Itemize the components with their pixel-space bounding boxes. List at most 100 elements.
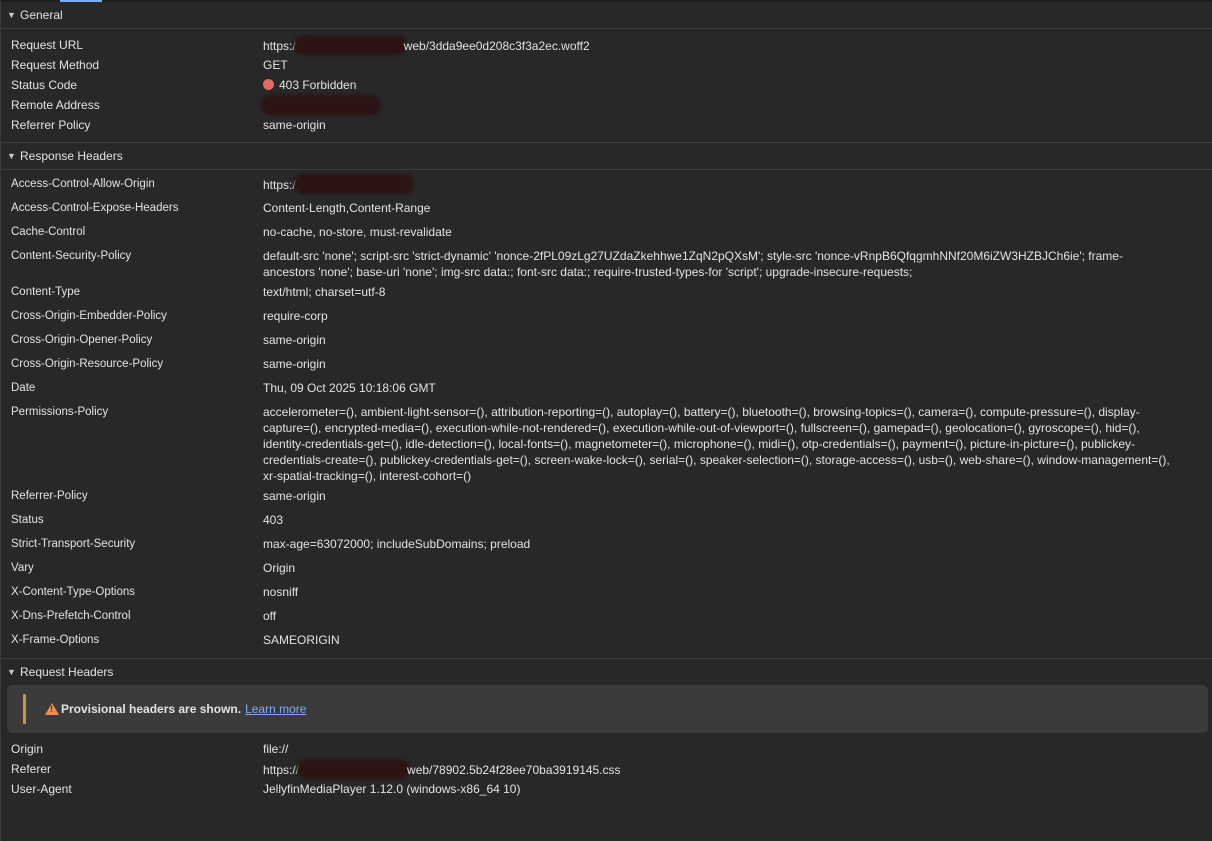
- header-row: X-Frame-Options SAMEORIGIN: [1, 630, 1212, 654]
- header-row: X-Dns-Prefetch-Control off: [1, 606, 1212, 630]
- header-row-status-code: Status Code 403 Forbidden: [1, 75, 1212, 95]
- section-title: Request Headers: [20, 665, 114, 679]
- header-row: Date Thu, 09 Oct 2025 10:18:06 GMT: [1, 378, 1212, 402]
- redacted-remote-address: [263, 97, 379, 113]
- header-value[interactable]: Thu, 09 Oct 2025 10:18:06 GMT: [263, 378, 1212, 402]
- header-value[interactable]: same-origin: [263, 354, 1212, 378]
- header-key: Referrer-Policy: [11, 490, 88, 502]
- header-value[interactable]: Content-Length,Content-Range: [263, 198, 1212, 222]
- header-row: Cache-Control no-cache, no-store, must-r…: [1, 222, 1212, 246]
- collapse-triangle-icon[interactable]: ▼: [7, 143, 16, 169]
- header-key: User-Agent: [11, 782, 72, 796]
- request-headers-body: Origin file:// Referer https:// web/78902…: [1, 737, 1212, 806]
- header-value[interactable]: file://: [263, 739, 1212, 759]
- header-value[interactable]: nosniff: [263, 582, 1212, 606]
- header-value[interactable]: max-age=63072000; includeSubDomains; pre…: [263, 534, 1212, 558]
- section-title: General: [20, 8, 63, 22]
- header-key: Request Method: [11, 58, 100, 72]
- response-headers-section: ▼ Response Headers Access-Control-Allow-…: [1, 143, 1212, 659]
- header-row: Cross-Origin-Resource-Policy same-origin: [1, 354, 1212, 378]
- general-section-header[interactable]: ▼ General: [1, 2, 1212, 29]
- header-key: Origin: [11, 742, 44, 756]
- request-headers-section: ▼ Request Headers Provisional headers ar…: [1, 659, 1212, 806]
- redacted-host: [295, 37, 404, 53]
- warning-icon: [45, 703, 59, 715]
- learn-more-link[interactable]: Learn more: [245, 702, 306, 716]
- url-prefix: https:/: [263, 39, 296, 53]
- header-row-referrer-policy: Referrer Policy same-origin: [1, 115, 1212, 135]
- header-row-request-url: Request URL https:/ web/3dda9ee0d208c3f3a…: [1, 35, 1212, 55]
- header-row: Strict-Transport-Security max-age=630720…: [1, 534, 1212, 558]
- general-section: ▼ General Request URL https:/ web/3dda9ee…: [1, 2, 1212, 143]
- request-headers-section-header[interactable]: ▼ Request Headers: [1, 659, 1212, 685]
- url-prefix: https://: [263, 763, 300, 777]
- response-headers-section-header[interactable]: ▼ Response Headers: [1, 143, 1212, 170]
- header-value[interactable]: no-cache, no-store, must-revalidate: [263, 222, 1212, 246]
- collapse-triangle-icon[interactable]: ▼: [7, 659, 16, 685]
- header-row-request-method: Request Method GET: [1, 55, 1212, 75]
- url-suffix: web/3dda9ee0d208c3f3a2ec.woff2: [403, 39, 590, 53]
- header-row: X-Content-Type-Options nosniff: [1, 582, 1212, 606]
- header-value[interactable]: accelerometer=(), ambient-light-sensor=(…: [263, 402, 1212, 486]
- header-key: Cross-Origin-Resource-Policy: [11, 358, 164, 370]
- header-value[interactable]: same-origin: [263, 330, 1212, 354]
- header-value[interactable]: JellyfinMediaPlayer 1.12.0 (windows-x86_…: [263, 779, 1212, 799]
- header-key: X-Content-Type-Options: [11, 586, 136, 598]
- url-suffix: web/78902.5b24f28ee70ba3919145.css: [407, 763, 621, 777]
- provisional-headers-banner: Provisional headers are shown. Learn mor…: [7, 685, 1208, 733]
- header-key: Content-Security-Policy: [11, 250, 132, 262]
- header-value[interactable]: same-origin: [263, 486, 1212, 510]
- header-key: Content-Type: [11, 286, 81, 298]
- header-value[interactable]: SAMEORIGIN: [263, 630, 1212, 654]
- header-row: Permissions-Policy accelerometer=(), amb…: [1, 402, 1212, 486]
- header-row-remote-address: Remote Address: [1, 95, 1212, 115]
- header-key: Permissions-Policy: [11, 406, 109, 418]
- collapse-triangle-icon[interactable]: ▼: [7, 2, 16, 28]
- header-value[interactable]: https:/: [263, 174, 1212, 198]
- header-key: Referrer Policy: [11, 118, 91, 132]
- status-dot-icon: [263, 79, 274, 90]
- header-row: Access-Control-Allow-Origin https:/: [1, 174, 1212, 198]
- header-key: X-Frame-Options: [11, 634, 100, 646]
- header-value[interactable]: Origin: [263, 558, 1212, 582]
- header-value[interactable]: require-corp: [263, 306, 1212, 330]
- header-row-origin: Origin file://: [1, 739, 1212, 759]
- header-key: Vary: [11, 562, 34, 574]
- origin-prefix: https:/: [263, 178, 296, 192]
- header-key: Cross-Origin-Opener-Policy: [11, 334, 153, 346]
- header-key: Cache-Control: [11, 226, 86, 238]
- header-row: Cross-Origin-Embedder-Policy require-cor…: [1, 306, 1212, 330]
- header-key: Status Code: [11, 78, 78, 92]
- header-value[interactable]: [263, 95, 1212, 115]
- header-key: Access-Control-Allow-Origin: [11, 178, 155, 190]
- header-key: Status: [11, 514, 44, 526]
- section-title: Response Headers: [20, 149, 123, 163]
- header-row: Status 403: [1, 510, 1212, 534]
- header-value[interactable]: GET: [263, 55, 1212, 75]
- header-key: Remote Address: [11, 98, 100, 112]
- header-row: Referrer-Policy same-origin: [1, 486, 1212, 510]
- header-row-referer: Referer https:// web/78902.5b24f28ee70ba3…: [1, 759, 1212, 779]
- header-value[interactable]: off: [263, 606, 1212, 630]
- redacted-host: [299, 761, 408, 777]
- header-value[interactable]: 403 Forbidden: [263, 75, 1212, 95]
- header-row-user-agent: User-Agent JellyfinMediaPlayer 1.12.0 (w…: [1, 779, 1212, 799]
- provisional-message: Provisional headers are shown.: [61, 702, 242, 716]
- header-value[interactable]: https:// web/78902.5b24f28ee70ba3919145.c…: [263, 759, 1212, 779]
- header-value[interactable]: https:/ web/3dda9ee0d208c3f3a2ec.woff2: [263, 35, 1212, 55]
- general-section-body: Request URL https:/ web/3dda9ee0d208c3f3a…: [1, 29, 1212, 142]
- header-row: Access-Control-Expose-Headers Content-Le…: [1, 198, 1212, 222]
- response-headers-body: Access-Control-Allow-Origin https:/ Acce…: [1, 170, 1212, 658]
- header-row: Vary Origin: [1, 558, 1212, 582]
- header-key: Cross-Origin-Embedder-Policy: [11, 310, 167, 322]
- header-key: X-Dns-Prefetch-Control: [11, 610, 131, 622]
- redacted-origin: [295, 176, 412, 192]
- header-key: Request URL: [11, 38, 84, 52]
- header-value[interactable]: text/html; charset=utf-8: [263, 282, 1212, 306]
- header-value[interactable]: 403: [263, 510, 1212, 534]
- header-value[interactable]: same-origin: [263, 115, 1212, 135]
- header-key: Access-Control-Expose-Headers: [11, 202, 179, 214]
- header-key: Referer: [11, 762, 52, 776]
- header-value[interactable]: default-src 'none'; script-src 'strict-d…: [263, 246, 1212, 282]
- header-row: Content-Type text/html; charset=utf-8: [1, 282, 1212, 306]
